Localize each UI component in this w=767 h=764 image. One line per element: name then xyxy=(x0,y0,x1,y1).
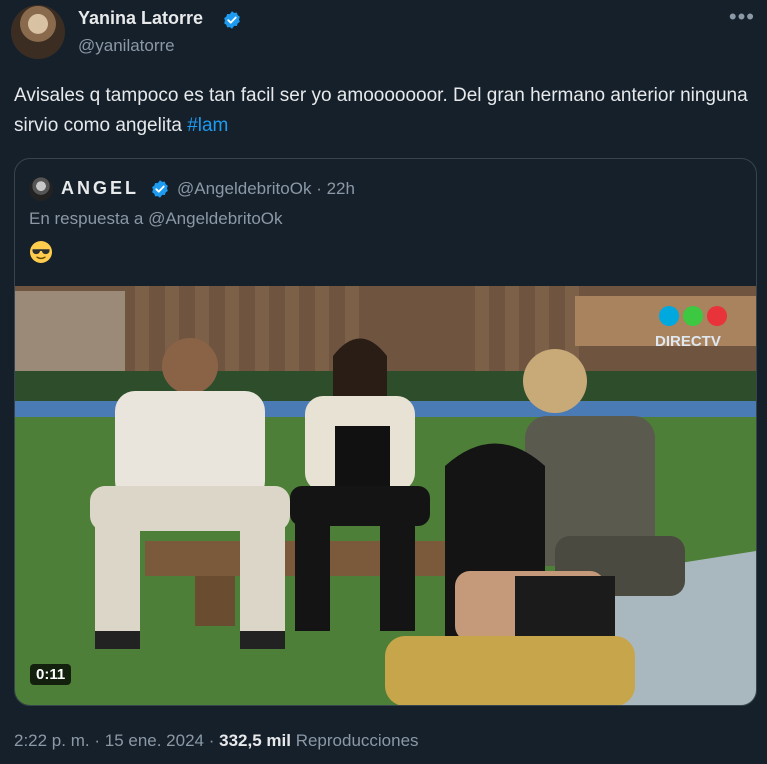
hashtag-link[interactable]: #lam xyxy=(187,115,228,136)
verified-badge-icon xyxy=(224,11,240,29)
author-handle[interactable]: @yanilatorre xyxy=(78,36,175,56)
views-label: Reproducciones xyxy=(295,731,419,750)
video-player[interactable]: DIRECTV 0:11 xyxy=(15,286,756,705)
more-options-icon[interactable]: ••• xyxy=(729,4,755,30)
reply-context: En respuesta a @AngeldebritoOk xyxy=(29,209,283,228)
post-time[interactable]: 2:22 p. m. xyxy=(14,731,90,750)
post-date[interactable]: 15 ene. 2024 xyxy=(105,731,204,750)
watermark-text: DIRECTV xyxy=(655,333,721,350)
quoted-author-name[interactable]: ANGEL xyxy=(61,178,139,199)
video-duration: 0:11 xyxy=(30,664,72,685)
quoted-time[interactable]: 22h xyxy=(327,179,355,198)
tweet-body: Avisales q tampoco es tan facil ser yo a… xyxy=(14,85,748,136)
tweet-text: Avisales q tampoco es tan facil ser yo a… xyxy=(14,81,754,141)
footer-separator: · xyxy=(94,731,105,750)
quoted-meta: @AngeldebritoOk · 22h xyxy=(177,179,355,199)
views-count: 332,5 mil xyxy=(219,731,291,750)
tweet-footer: 2:22 p. m. · 15 ene. 2024 · 332,5 mil Re… xyxy=(14,731,419,751)
footer-separator: · xyxy=(208,731,220,750)
quoted-verified-badge-icon xyxy=(152,180,168,198)
video-frame: DIRECTV xyxy=(15,286,756,705)
author-avatar[interactable] xyxy=(11,5,65,59)
sunglasses-emoji-icon xyxy=(30,241,52,263)
quoted-avatar[interactable] xyxy=(29,177,53,201)
quoted-handle[interactable]: @AngeldebritoOk xyxy=(177,179,311,198)
author-name[interactable]: Yanina Latorre xyxy=(78,8,203,29)
quoted-tweet[interactable]: ANGEL @AngeldebritoOk · 22h En respuesta… xyxy=(14,158,757,706)
meta-separator: · xyxy=(316,179,327,198)
